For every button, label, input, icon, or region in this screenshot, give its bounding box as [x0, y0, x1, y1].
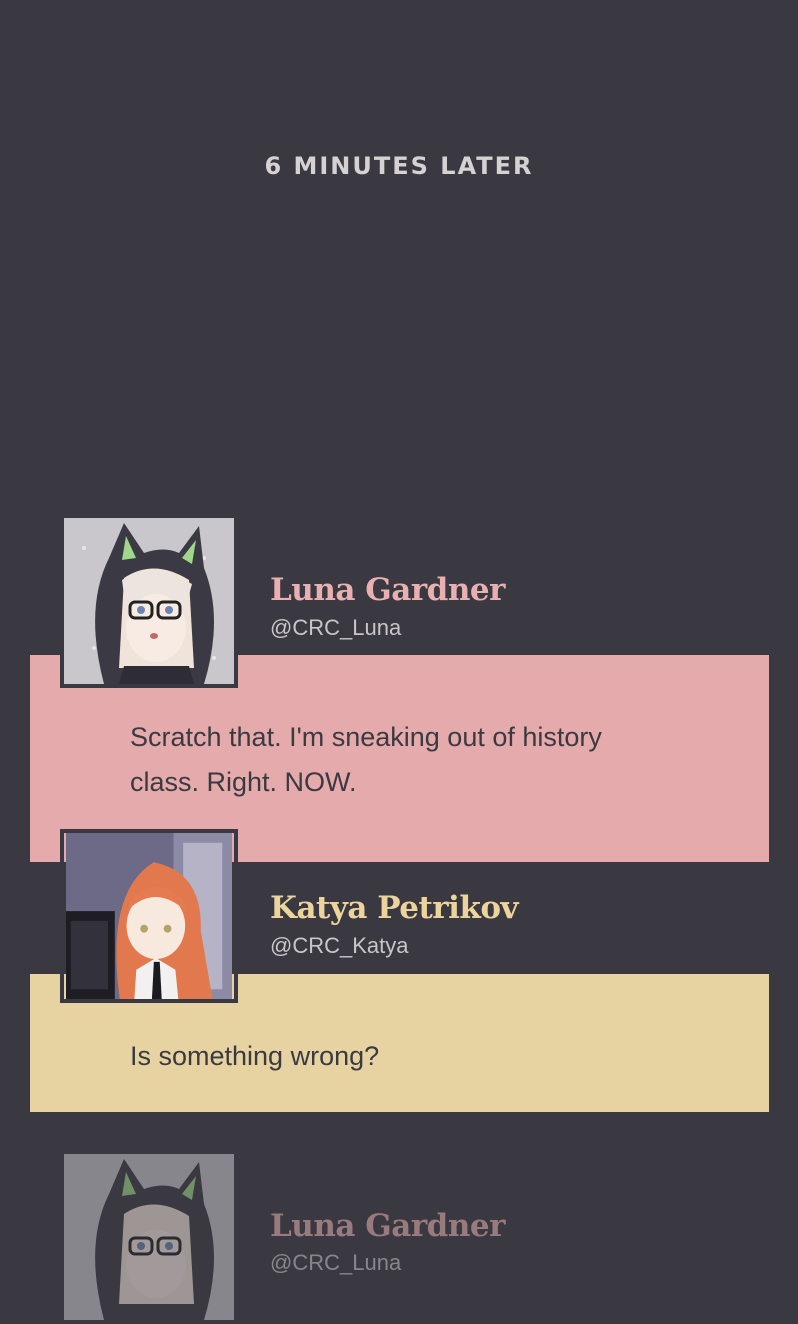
message-text-line: Scratch that. I'm sneaking out of histor…: [130, 722, 602, 752]
sender-name: Luna Gardner: [270, 572, 505, 608]
katya-avatar-icon: [60, 829, 238, 1003]
sender-name: Luna Gardner: [270, 1208, 505, 1244]
luna-avatar-icon: [60, 514, 238, 688]
sender-handle: @CRC_Luna: [270, 615, 402, 640]
sender-handle: @CRC_Katya: [270, 933, 409, 958]
sender-handle: @CRC_Luna: [270, 1250, 402, 1275]
message-text-line: class. Right. NOW.: [130, 767, 357, 797]
message-text-line: Is something wrong?: [130, 1041, 380, 1071]
time-caption: 6 MINUTES LATER: [264, 152, 534, 180]
luna-avatar-icon: [60, 1150, 238, 1324]
sender-name: Katya Petrikov: [270, 890, 519, 926]
